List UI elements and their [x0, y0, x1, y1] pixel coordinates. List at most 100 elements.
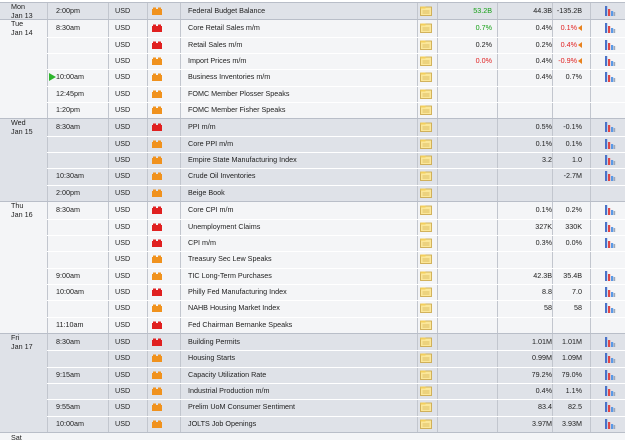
impact-indicator[interactable] [151, 222, 163, 231]
event-title[interactable]: Business Inventories m/m [188, 69, 413, 85]
event-row[interactable]: USD Empire State Manufacturing Index 3.2 1.… [0, 152, 625, 168]
event-notes-button[interactable] [420, 23, 432, 34]
event-row[interactable]: 8:30am USD Building Permits 1.01M 1.01M [0, 334, 625, 350]
event-title[interactable]: Unemployment Claims [188, 219, 413, 235]
event-chart-button[interactable] [604, 237, 616, 249]
event-notes-button[interactable] [420, 353, 432, 364]
event-notes-button[interactable] [420, 56, 432, 66]
event-notes-button[interactable] [420, 188, 432, 198]
event-title[interactable]: TIC Long-Term Purchases [188, 268, 413, 284]
event-row[interactable]: USD CPI m/m 0.3% 0.0% [0, 234, 625, 251]
event-chart-button[interactable] [604, 154, 616, 166]
event-notes-button[interactable] [420, 419, 432, 429]
event-notes-button[interactable] [420, 105, 432, 115]
event-row[interactable]: 10:00am USD Business Inventories m/m 0.4% 0.… [0, 69, 625, 85]
impact-indicator[interactable] [151, 370, 163, 379]
event-row[interactable]: USD NAHB Housing Market Index 58 58 [0, 300, 625, 316]
event-row[interactable]: 12:45pm USD FOMC Member Plosser Speaks [0, 85, 625, 102]
event-title[interactable]: Core PPI m/m [188, 136, 413, 152]
event-notes-button[interactable] [420, 320, 432, 330]
event-title[interactable]: FOMC Member Plosser Speaks [188, 86, 413, 102]
event-notes-button[interactable] [420, 89, 432, 99]
event-title[interactable]: FOMC Member Fisher Speaks [188, 102, 413, 118]
event-notes-button[interactable] [420, 40, 432, 50]
event-row[interactable]: USD Housing Starts 0.99M 1.09M [0, 350, 625, 366]
event-row[interactable]: 9:15am USD Capacity Utilization Rate 79.2% 7… [0, 366, 625, 383]
event-chart-button[interactable] [604, 170, 616, 182]
event-notes-button[interactable] [420, 6, 432, 16]
event-chart-button[interactable] [604, 352, 616, 364]
impact-indicator[interactable] [151, 139, 163, 148]
event-chart-button[interactable] [604, 270, 616, 282]
impact-indicator[interactable] [151, 337, 163, 346]
event-chart-button[interactable] [604, 385, 616, 397]
event-notes-button[interactable] [420, 337, 432, 347]
event-row[interactable]: USD Import Prices m/m 0.0% 0.4% -0.9% [0, 53, 625, 69]
event-notes-button[interactable] [420, 205, 432, 216]
event-title[interactable]: JOLTS Job Openings [188, 416, 413, 432]
event-chart-button[interactable] [604, 55, 616, 67]
event-title[interactable]: Prelim UoM Consumer Sentiment [188, 399, 413, 415]
event-chart-button[interactable] [604, 204, 616, 216]
event-title[interactable]: Building Permits [188, 334, 413, 350]
event-notes-button[interactable] [420, 254, 432, 265]
impact-indicator[interactable] [151, 353, 163, 363]
event-notes-button[interactable] [420, 402, 432, 413]
event-title[interactable]: Crude Oil Inventories [188, 168, 413, 184]
event-title[interactable]: Core Retail Sales m/m [188, 20, 413, 36]
event-title[interactable]: Retail Sales m/m [188, 37, 413, 53]
event-row[interactable]: USD Retail Sales m/m 0.2% 0.2% 0.4% [0, 36, 625, 53]
event-title[interactable]: Housing Starts [188, 350, 413, 366]
event-notes-button[interactable] [420, 370, 432, 380]
event-chart-button[interactable] [604, 302, 616, 314]
impact-indicator[interactable] [151, 6, 163, 15]
impact-indicator[interactable] [151, 303, 163, 313]
event-title[interactable]: Core CPI m/m [188, 202, 413, 218]
event-row[interactable]: 11:10am USD Fed Chairman Bernanke Speaks [0, 316, 625, 333]
event-chart-button[interactable] [604, 22, 616, 34]
impact-indicator[interactable] [151, 155, 163, 165]
event-title[interactable]: CPI m/m [188, 235, 413, 251]
impact-indicator[interactable] [151, 386, 163, 396]
impact-indicator[interactable] [151, 40, 163, 49]
impact-indicator[interactable] [151, 205, 163, 215]
impact-indicator[interactable] [151, 171, 163, 181]
event-chart-button[interactable] [604, 336, 616, 348]
event-title[interactable]: Beige Book [188, 185, 413, 201]
event-notes-button[interactable] [420, 171, 432, 182]
impact-indicator[interactable] [151, 271, 163, 280]
impact-indicator[interactable] [151, 320, 163, 329]
event-title[interactable]: Philly Fed Manufacturing Index [188, 284, 413, 300]
event-row[interactable]: 8:30am USD Core CPI m/m 0.1% 0.2% [0, 202, 625, 218]
event-notes-button[interactable] [420, 155, 432, 166]
event-title[interactable]: Import Prices m/m [188, 53, 413, 69]
event-notes-button[interactable] [420, 271, 432, 281]
event-chart-button[interactable] [604, 121, 616, 133]
impact-indicator[interactable] [151, 402, 163, 412]
event-chart-button[interactable] [604, 286, 616, 298]
event-row[interactable]: 2:00pm USD Beige Book [0, 184, 625, 201]
event-notes-button[interactable] [420, 238, 432, 248]
event-chart-button[interactable] [604, 369, 616, 381]
impact-indicator[interactable] [151, 238, 163, 247]
event-row[interactable]: 1:20pm USD FOMC Member Fisher Speaks [0, 102, 625, 118]
impact-indicator[interactable] [151, 56, 163, 66]
event-row[interactable]: 8:30am USD Core Retail Sales m/m 0.7% 0.4% 0.… [0, 20, 625, 36]
event-notes-button[interactable] [420, 303, 432, 314]
event-row[interactable]: 2:00pm USD Federal Budget Balance 53.2B 44.3… [0, 3, 625, 19]
impact-indicator[interactable] [151, 122, 163, 132]
event-notes-button[interactable] [420, 122, 432, 133]
event-chart-button[interactable] [604, 39, 616, 51]
impact-indicator[interactable] [151, 188, 163, 197]
impact-indicator[interactable] [151, 72, 163, 82]
event-row[interactable]: 10:30am USD Crude Oil Inventories -2.7M [0, 168, 625, 184]
event-chart-button[interactable] [604, 138, 616, 150]
event-title[interactable]: PPI m/m [188, 119, 413, 135]
event-notes-button[interactable] [420, 72, 432, 83]
event-title[interactable]: Federal Budget Balance [188, 3, 413, 19]
event-notes-button[interactable] [420, 139, 432, 149]
event-row[interactable]: 10:00am USD Philly Fed Manufacturing Index… [0, 283, 625, 300]
event-notes-button[interactable] [420, 222, 432, 232]
event-title[interactable]: Treasury Sec Lew Speaks [188, 251, 413, 267]
event-title[interactable]: NAHB Housing Market Index [188, 300, 413, 316]
